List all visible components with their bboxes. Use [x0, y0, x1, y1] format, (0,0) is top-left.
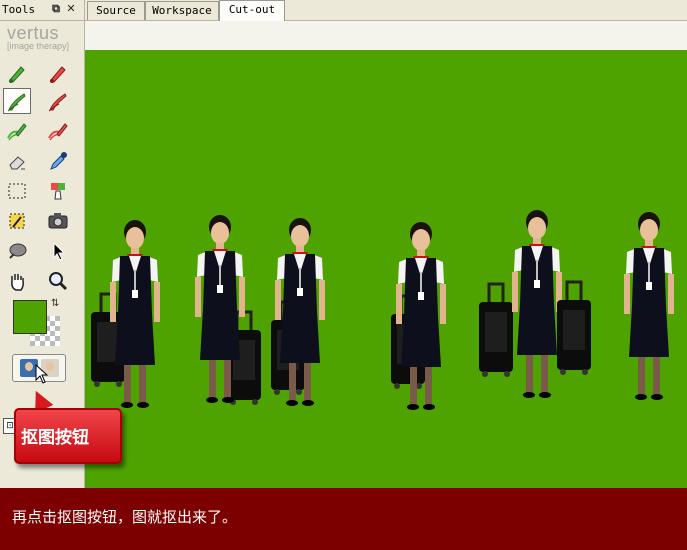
remove-brush-tool[interactable]	[44, 60, 72, 86]
dock-icon[interactable]: ⧉	[50, 3, 62, 15]
hand-icon	[11, 274, 24, 291]
caption-text: 再点击抠图按钮，图就抠出来了。	[12, 508, 238, 526]
smudge-icon	[9, 243, 27, 259]
foreground-color-swatch[interactable]	[13, 300, 47, 334]
tab-bar: Source Workspace Cut-out	[85, 0, 687, 21]
camera-tool[interactable]	[44, 208, 72, 234]
color-bucket-tool[interactable]	[44, 178, 72, 204]
remove-edge-brush-icon	[48, 123, 68, 141]
caption-bar: 再点击抠图按钮，图就抠出来了。	[0, 488, 687, 550]
keep-edge-brush-icon	[7, 123, 27, 141]
cutout-canvas[interactable]	[85, 50, 687, 488]
eraser-tool[interactable]	[3, 148, 31, 174]
pointer-icon	[53, 241, 66, 261]
callout-label: 抠图按钮	[21, 428, 89, 448]
keep-fill-brush-icon	[7, 93, 26, 112]
keep-edge-brush-tool[interactable]	[3, 118, 31, 144]
cutout-button-callout: 抠图按钮	[14, 408, 122, 464]
swap-colors-icon[interactable]: ⇅	[51, 298, 59, 309]
keep-brush-icon	[9, 66, 25, 83]
remove-brush-icon	[50, 66, 66, 83]
eyedropper-tool[interactable]	[44, 148, 72, 174]
tools-title: Tools	[2, 3, 36, 16]
close-icon[interactable]: ✕	[65, 3, 77, 15]
selection-rectangle-tool[interactable]	[3, 178, 31, 204]
tab-workspace[interactable]: Workspace	[145, 1, 219, 20]
selection-rectangle-icon	[8, 183, 26, 199]
mouse-cursor-icon	[35, 364, 49, 384]
eyedropper-icon	[50, 152, 67, 170]
zoom-icon	[49, 272, 68, 291]
camera-icon	[48, 213, 68, 229]
color-bucket-icon	[51, 183, 65, 200]
pointer-tool[interactable]	[44, 238, 72, 264]
tab-source[interactable]: Source	[87, 1, 145, 20]
remove-edge-brush-tool[interactable]	[44, 118, 72, 144]
hand-tool[interactable]	[3, 268, 31, 294]
eraser-icon	[9, 156, 25, 170]
smudge-tool[interactable]	[3, 238, 31, 264]
remove-fill-brush-tool[interactable]	[44, 88, 72, 114]
canvas-margin	[85, 21, 687, 50]
tools-header: Tools ⧉ ✕	[0, 0, 84, 21]
keep-fill-brush-tool[interactable]	[3, 88, 31, 114]
remove-fill-brush-icon	[48, 93, 67, 112]
keep-brush-tool[interactable]	[3, 60, 31, 86]
magic-wand-tool[interactable]	[3, 208, 31, 234]
magic-wand-icon	[9, 213, 25, 229]
tab-cut-out[interactable]: Cut-out	[219, 0, 285, 21]
vertus-tagline: [image therapy]	[7, 41, 70, 51]
cutout-figures	[89, 210, 674, 410]
zoom-tool[interactable]	[44, 268, 72, 294]
